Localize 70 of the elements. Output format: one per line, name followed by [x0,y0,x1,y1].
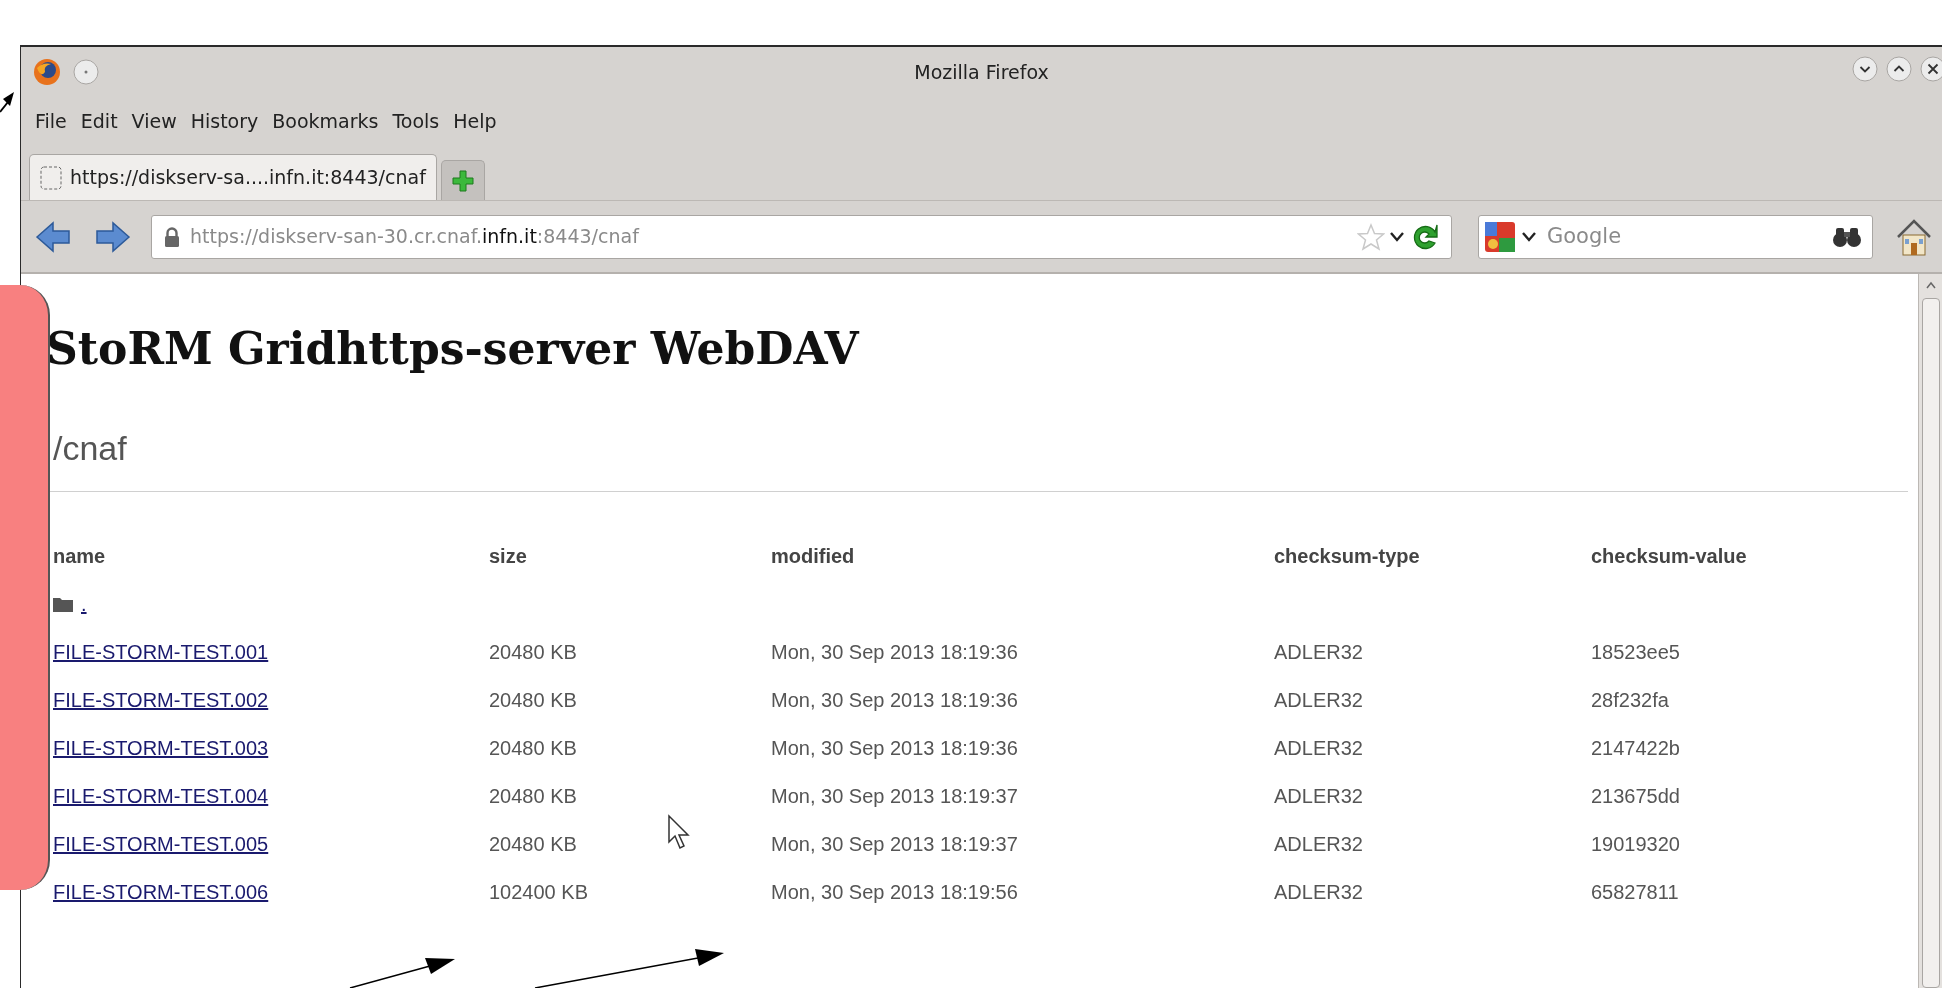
annotation-arrow [0,92,14,113]
back-arrow-icon[interactable] [35,219,73,254]
menu-item[interactable]: Edit [80,106,118,136]
menu-item[interactable]: Bookmarks [272,106,379,136]
file-link[interactable]: FILE-STORM-TEST.005 [53,833,269,855]
mouse-cursor-icon [667,814,691,852]
address-bar[interactable]: https://diskserv-san-30.cr.cnaf.infn.it:8443/cnaf [151,214,1452,259]
table-cell: 20480 KB [489,689,577,711]
table-cell: 213675dd [1591,785,1680,807]
minimize-icon[interactable] [1852,56,1878,82]
table-cell: 28f232fa [1591,689,1669,711]
column-header: size [489,545,527,567]
path-subheading: /cnaf [53,431,128,465]
table-cell: Mon, 30 Sep 2013 18:19:56 [771,881,1018,903]
table-cell: 65827811 [1591,881,1679,903]
menu-item[interactable]: History [190,106,259,136]
dropdown-chevron-icon[interactable] [1389,230,1405,243]
column-header: name [53,545,106,567]
file-link[interactable]: FILE-STORM-TEST.006 [53,881,269,903]
google-icon[interactable] [1485,219,1515,254]
table-cell: 20480 KB [489,833,577,855]
browser-tab[interactable]: https://diskserv-sa....infn.it:8443/cnaf [29,154,437,200]
plus-icon [450,168,475,193]
close-icon[interactable] [1920,56,1942,82]
url-text: https://diskserv-san-30.cr.cnaf.infn.it:8443/cnaf [190,224,639,250]
column-header: checksum-value [1591,545,1747,567]
table-cell: ADLER32 [1274,689,1363,711]
page-icon [40,165,62,190]
column-header: checksum-type [1274,545,1420,567]
file-link[interactable]: FILE-STORM-TEST.001 [53,641,269,663]
table-cell: 2147422b [1591,737,1680,759]
table-cell: Mon, 30 Sep 2013 18:19:36 [771,689,1018,711]
scrollbar-thumb[interactable] [1921,298,1940,988]
search-placeholder: Google [1547,222,1622,250]
forward-arrow-icon[interactable] [93,219,131,254]
table-cell: 18523ee5 [1591,641,1680,663]
firefox-logo-icon[interactable] [33,58,61,86]
menu-item[interactable]: Tools [392,106,440,136]
table-cell: ADLER32 [1274,641,1363,663]
lock-icon [164,226,180,247]
table-cell: Mon, 30 Sep 2013 18:19:37 [771,833,1018,855]
maximize-icon[interactable] [1886,56,1912,82]
table-cell: 20480 KB [489,641,577,663]
table-cell: Mon, 30 Sep 2013 18:19:36 [771,641,1018,663]
scroll-up-icon[interactable] [1924,280,1937,290]
file-link[interactable]: FILE-STORM-TEST.004 [53,785,269,807]
table-cell: Mon, 30 Sep 2013 18:19:36 [771,737,1018,759]
menu-item[interactable]: Help [453,106,497,136]
table-cell: ADLER32 [1274,737,1363,759]
file-link[interactable]: FILE-STORM-TEST.003 [53,737,269,759]
table-cell: Mon, 30 Sep 2013 18:19:37 [771,785,1018,807]
table-cell: ADLER32 [1274,785,1363,807]
folder-icon [53,596,73,612]
table-cell: ADLER32 [1274,881,1363,903]
table-cell: ADLER32 [1274,833,1363,855]
page-heading: StoRM Gridhttps-server WebDAV [46,327,861,371]
binoculars-icon[interactable] [1832,225,1862,248]
parent-folder-link[interactable]: . [81,589,87,619]
dropdown-chevron-icon[interactable] [1521,230,1537,243]
table-cell: 20480 KB [489,785,577,807]
window-title: Mozilla Firefox [914,59,1049,85]
menu-item[interactable]: View [131,106,177,136]
scrollbar[interactable] [1918,274,1942,988]
file-link[interactable]: FILE-STORM-TEST.002 [53,689,269,711]
column-header: modified [771,545,855,567]
table-cell: 20480 KB [489,737,577,759]
table-cell: 102400 KB [489,881,588,903]
table-cell: 19019320 [1591,833,1680,855]
menu-item[interactable]: File [35,106,67,136]
star-icon[interactable] [1357,222,1385,251]
